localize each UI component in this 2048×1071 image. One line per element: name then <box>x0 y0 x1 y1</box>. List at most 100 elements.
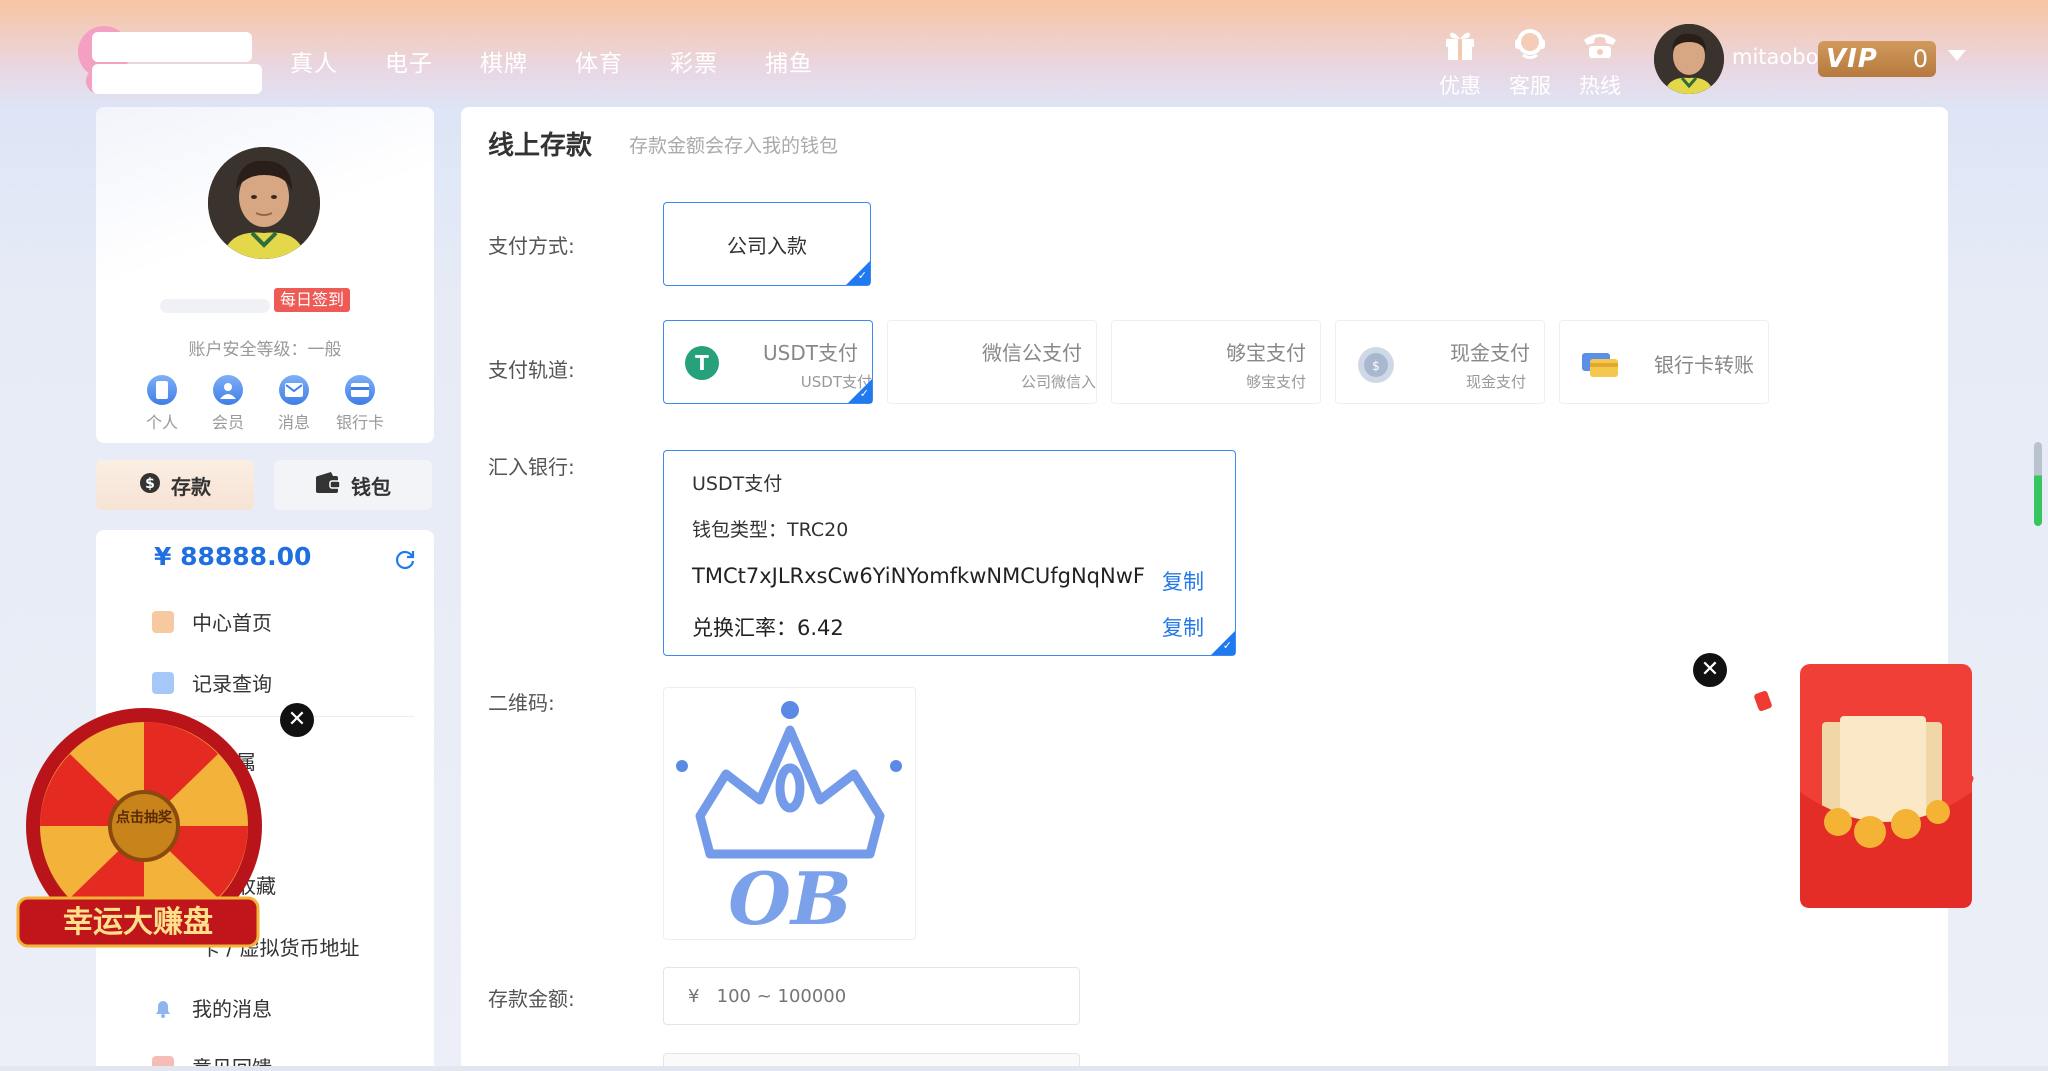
nav-item-live[interactable]: 真人 <box>290 44 338 78</box>
lucky-wheel-promo[interactable]: 点击抽奖 幸运大赚盘 <box>8 702 268 962</box>
payment-method-name: 公司入款 <box>727 233 807 258</box>
main-nav: 真人 电子 棋牌 体育 彩票 捕鱼 <box>290 44 813 78</box>
qr-code: OB <box>663 687 916 941</box>
channel-bank-transfer[interactable]: 银行卡转账 <box>1559 320 1769 404</box>
red-packet-promo[interactable] <box>1748 662 1978 912</box>
username[interactable]: mitaobo <box>1732 45 1818 69</box>
channel-title: 微信公支付 <box>982 341 1082 365</box>
close-wheel-button[interactable]: ✕ <box>280 703 314 737</box>
nav-item-fishing[interactable]: 捕鱼 <box>765 44 813 78</box>
security-level: 账户安全等级：一般 <box>188 340 342 360</box>
deposit-amount-input[interactable] <box>663 967 1080 1025</box>
copy-rate-button[interactable]: 复制 <box>1162 612 1204 642</box>
check-icon: ✓ <box>859 387 869 400</box>
daily-checkin-button[interactable]: 每日签到 <box>274 288 351 312</box>
payment-channels: T USDT支付 USDT支付 ✓ 微信公支付 公司微信入 够宝支付 够宝支付 … <box>663 320 1769 404</box>
clipboard-icon <box>152 671 174 694</box>
promotions-button[interactable]: 优惠 <box>1438 24 1482 100</box>
channel-goubao[interactable]: 够宝支付 够宝支付 <box>1111 320 1321 404</box>
profile-link-messages[interactable]: 消息 <box>278 375 310 433</box>
qr-label: 二维码: <box>488 691 555 715</box>
wallet-icon <box>315 471 341 499</box>
sidebar-item-records[interactable]: 记录查询 <box>152 668 272 697</box>
deposit-panel: 线上存款 存款金额会存入我的钱包 支付方式: 公司入款 ✓ 支付轨道: T US… <box>461 107 1948 1071</box>
wallet-type: 钱包类型：TRC20 <box>692 519 849 541</box>
bank-name: USDT支付 <box>692 473 783 495</box>
top-bar: 真人 电子 棋牌 体育 彩票 捕鱼 优惠 客服 热线 mitaobo VIP 0 <box>0 0 2048 108</box>
profile-link-bankcard[interactable]: 银行卡 <box>336 375 384 433</box>
receiving-bank-card: USDT支付 钱包类型：TRC20 TMCt7xJLRxsCw6YiNYomfk… <box>663 450 1236 656</box>
nav-item-cards[interactable]: 棋牌 <box>480 44 528 78</box>
refresh-icon[interactable] <box>394 548 416 574</box>
channel-wechat[interactable]: 微信公支付 公司微信入 <box>887 320 1097 404</box>
nav-item-slots[interactable]: 电子 <box>385 44 433 78</box>
bank-label: 汇入银行: <box>488 455 575 479</box>
check-icon: ✓ <box>1222 639 1232 652</box>
profile-card: 每日签到 账户安全等级：一般 个人 会员 消息 银行卡 <box>96 107 434 443</box>
profile-name <box>160 299 270 313</box>
nav-item-sports[interactable]: 体育 <box>575 44 623 78</box>
amount-label: 存款金额: <box>488 987 575 1011</box>
mail-icon <box>279 375 309 405</box>
page-scrollbar[interactable] <box>2034 442 2042 526</box>
user-icon <box>213 375 243 405</box>
deposit-tab-label: 存款 <box>171 474 211 499</box>
bell-icon <box>152 997 174 1019</box>
channel-cash[interactable]: $ 现金支付 现金支付 <box>1335 320 1545 404</box>
qr-logo-text: OB <box>728 856 852 941</box>
customer-service-button[interactable]: 客服 <box>1508 24 1552 100</box>
close-redpacket-button[interactable]: ✕ <box>1693 653 1727 687</box>
home-icon <box>152 610 174 633</box>
channel-title: 够宝支付 <box>1226 341 1306 365</box>
phone-icon <box>147 375 177 405</box>
promotions-label: 优惠 <box>1439 74 1481 98</box>
channel-usdt[interactable]: T USDT支付 USDT支付 ✓ <box>663 320 873 404</box>
user-avatar[interactable] <box>1654 24 1724 94</box>
hotline-button[interactable]: 热线 <box>1578 24 1622 100</box>
sidebar-item-home[interactable]: 中心首页 <box>152 607 272 636</box>
sidebar-item-label: 记录查询 <box>192 672 272 696</box>
page-subtitle: 存款金额会存入我的钱包 <box>629 135 839 157</box>
hotline-label: 热线 <box>1579 74 1621 98</box>
profile-link-label: 银行卡 <box>336 413 385 432</box>
nav-item-lottery[interactable]: 彩票 <box>670 44 718 78</box>
chevron-down-icon[interactable] <box>1948 50 1966 61</box>
profile-links: 个人 会员 消息 银行卡 <box>146 375 384 433</box>
deposit-tab[interactable]: $ 存款 <box>96 460 254 510</box>
vip-label: VIP <box>1826 44 1878 74</box>
payment-channel-label: 支付轨道: <box>488 358 575 382</box>
wallet-address: TMCt7xJLRxsCw6YiNYomfkwNMCUfgNqNwF <box>692 564 1145 588</box>
channel-subtitle: 现金支付 <box>1465 373 1526 391</box>
profile-avatar[interactable] <box>208 147 320 259</box>
sidebar-item-messages[interactable]: 我的消息 <box>152 993 272 1022</box>
wheel-title: 幸运大赚盘 <box>63 905 213 940</box>
check-icon: ✓ <box>857 269 867 282</box>
sidebar-item-label: 中心首页 <box>192 611 272 635</box>
channel-title: 银行卡转账 <box>1654 353 1754 377</box>
sidebar-item-label: 我的消息 <box>192 997 272 1021</box>
wallet-balance: ¥ 88888.00 <box>154 542 312 571</box>
card-icon <box>345 375 375 405</box>
top-icons: 优惠 客服 热线 <box>1438 24 1622 100</box>
globe-coin-icon: $ <box>1356 345 1394 383</box>
payment-method-option[interactable]: 公司入款 ✓ <box>663 202 871 286</box>
profile-link-personal[interactable]: 个人 <box>146 375 178 433</box>
tether-icon: T <box>684 345 720 381</box>
site-logo[interactable] <box>78 26 264 100</box>
page-title: 线上存款 <box>488 131 593 161</box>
vip-badge[interactable]: VIP 0 <box>1818 41 1936 77</box>
vip-level: 0 <box>1912 45 1928 73</box>
copy-address-button[interactable]: 复制 <box>1162 566 1204 596</box>
payment-method-label: 支付方式: <box>488 234 575 258</box>
crown-logo-icon: OB <box>676 701 902 941</box>
phone-icon <box>1580 24 1620 64</box>
wallet-tab-label: 钱包 <box>351 474 391 499</box>
svg-text:$: $ <box>145 476 155 492</box>
gift-icon <box>1440 24 1480 64</box>
wheel-center-text: 点击抽奖 <box>116 809 173 826</box>
wallet-tab[interactable]: 钱包 <box>274 460 432 510</box>
dollar-coin-icon: $ <box>139 472 161 499</box>
svg-text:T: T <box>695 351 709 375</box>
bottom-edge <box>0 1066 2048 1071</box>
profile-link-member[interactable]: 会员 <box>212 375 244 433</box>
